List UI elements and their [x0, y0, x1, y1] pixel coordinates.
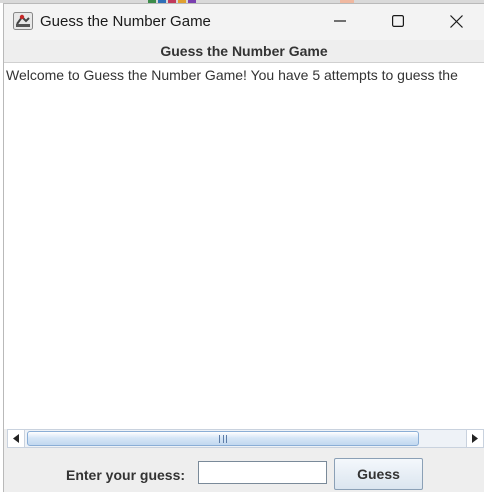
game-output-area[interactable]: Welcome to Guess the Number Game! You ha…	[4, 62, 484, 429]
grip-icon	[219, 435, 227, 443]
window-title: Guess the Number Game	[40, 13, 211, 30]
arrow-right-icon	[472, 434, 478, 443]
horizontal-scrollbar[interactable]	[7, 429, 484, 448]
scroll-left-button[interactable]	[8, 430, 25, 447]
maximize-button[interactable]	[375, 4, 421, 38]
java-app-icon	[13, 12, 33, 30]
minimize-icon	[334, 20, 346, 22]
arrow-left-icon	[13, 434, 19, 443]
input-bar: Enter your guess: Guess	[4, 449, 484, 492]
maximize-icon	[392, 15, 404, 27]
app-window: Guess the Number Game Guess the Number G…	[3, 3, 484, 492]
close-button[interactable]	[433, 4, 479, 38]
guess-label: Enter your guess:	[66, 467, 186, 483]
scroll-thumb[interactable]	[27, 431, 419, 446]
guess-button[interactable]: Guess	[334, 458, 423, 490]
title-bar[interactable]: Guess the Number Game	[4, 4, 484, 40]
game-header: Guess the Number Game	[4, 40, 484, 62]
minimize-button[interactable]	[317, 4, 363, 38]
welcome-message: Welcome to Guess the Number Game! You ha…	[6, 67, 458, 83]
guess-input[interactable]	[198, 461, 327, 484]
close-icon	[449, 14, 463, 28]
scroll-right-button[interactable]	[466, 430, 483, 447]
